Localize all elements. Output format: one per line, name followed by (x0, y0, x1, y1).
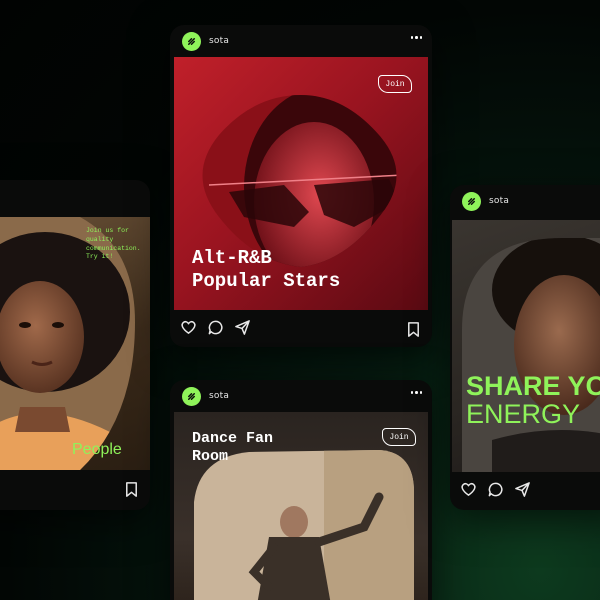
bookmark-icon[interactable] (123, 481, 140, 502)
post-header: sota (450, 185, 600, 217)
more-options-icon[interactable] (410, 36, 422, 39)
post-title: Dance Fan Room (192, 430, 273, 466)
bookmark-icon[interactable] (405, 321, 422, 342)
join-button[interactable]: Join (382, 428, 416, 446)
title-line: Dance Fan (192, 430, 274, 447)
tagline-line: Try it! (86, 253, 114, 261)
post-card-share-energy: sota SHARE YO ENERGY (450, 185, 600, 510)
post-image-alt-rnb[interactable]: Join Alt-R&B Popular Stars (174, 57, 428, 310)
comment-icon[interactable] (207, 319, 224, 340)
headline: SHARE YO ENERGY (466, 372, 600, 429)
post-card-alt-rnb: sota Join Alt-R&B Popular Stars (170, 25, 432, 347)
post-card-dance-fan-room: sota Dance Fan Room Join (170, 380, 432, 600)
post-header: sota (170, 25, 432, 57)
account-handle[interactable]: sota (209, 36, 229, 46)
account-handle[interactable]: sota (209, 391, 229, 401)
post-actions (0, 470, 150, 508)
post-image-people[interactable]: Join us for quality communication. Try i… (0, 217, 150, 470)
headline-line: ENERGY (466, 399, 581, 430)
people-label: People (72, 441, 122, 458)
post-header: sota (170, 380, 432, 412)
title-line: Alt-R&B (192, 247, 272, 269)
post-actions (170, 310, 432, 347)
post-header (0, 180, 150, 212)
join-button[interactable]: Join (378, 75, 412, 93)
heart-icon[interactable] (460, 481, 477, 502)
title-line: Room (192, 448, 229, 465)
post-actions (450, 472, 600, 510)
post-image-dance[interactable]: Dance Fan Room Join (174, 412, 428, 600)
tagline: Join us for quality communication. Try i… (86, 227, 141, 262)
comment-icon[interactable] (487, 481, 504, 502)
portrait-man-illustration (462, 238, 600, 472)
tagline-line: communication. (86, 244, 141, 252)
post-image-share-energy[interactable]: SHARE YO ENERGY (452, 220, 600, 472)
tagline-line: quality (86, 235, 114, 243)
tagline-line: Join us for (86, 227, 129, 234)
post-card-people: Join us for quality communication. Try i… (0, 180, 150, 510)
heart-icon[interactable] (180, 319, 197, 340)
headline-line: SHARE YO (466, 371, 600, 401)
more-options-icon[interactable] (410, 391, 422, 394)
share-icon[interactable] (234, 319, 251, 340)
title-line: Popular Stars (192, 269, 341, 292)
account-handle[interactable]: sota (489, 196, 509, 206)
post-title: Alt-R&B Popular Stars (192, 247, 340, 293)
share-icon[interactable] (514, 481, 531, 502)
sota-logo-icon[interactable] (182, 386, 201, 406)
sota-logo-icon[interactable] (462, 191, 481, 211)
sota-logo-icon[interactable] (182, 31, 201, 51)
